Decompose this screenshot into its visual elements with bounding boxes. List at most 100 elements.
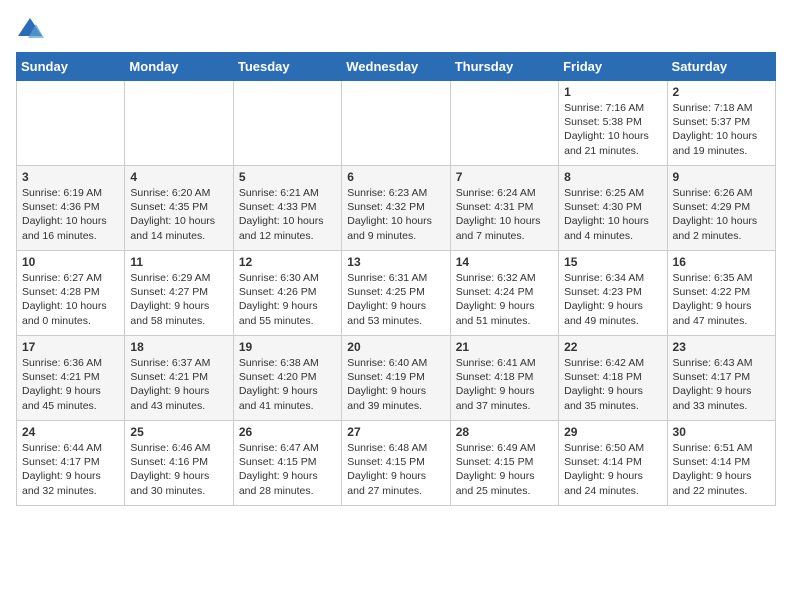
- day-info: Sunrise: 6:20 AM Sunset: 4:35 PM Dayligh…: [130, 186, 227, 243]
- calendar-cell: 1 Sunrise: 7:16 AM Sunset: 5:38 PM Daylig…: [559, 81, 667, 166]
- day-number: 30: [673, 425, 770, 439]
- day-info: Sunrise: 6:51 AM Sunset: 4:14 PM Dayligh…: [673, 441, 770, 498]
- day-number: 18: [130, 340, 227, 354]
- day-info: Sunrise: 6:23 AM Sunset: 4:32 PM Dayligh…: [347, 186, 444, 243]
- day-info: Sunrise: 6:36 AM Sunset: 4:21 PM Dayligh…: [22, 356, 119, 413]
- calendar-week-4: 17 Sunrise: 6:36 AM Sunset: 4:21 PM Dayli…: [17, 336, 776, 421]
- day-number: 10: [22, 255, 119, 269]
- calendar-cell: 27 Sunrise: 6:48 AM Sunset: 4:15 PM Dayli…: [342, 421, 450, 506]
- calendar-cell: 12 Sunrise: 6:30 AM Sunset: 4:26 PM Dayli…: [233, 251, 341, 336]
- day-number: 22: [564, 340, 661, 354]
- calendar-cell: [17, 81, 125, 166]
- day-number: 20: [347, 340, 444, 354]
- day-info: Sunrise: 7:16 AM Sunset: 5:38 PM Dayligh…: [564, 101, 661, 158]
- day-number: 2: [673, 85, 770, 99]
- day-info: Sunrise: 6:41 AM Sunset: 4:18 PM Dayligh…: [456, 356, 553, 413]
- calendar-week-3: 10 Sunrise: 6:27 AM Sunset: 4:28 PM Dayli…: [17, 251, 776, 336]
- day-number: 13: [347, 255, 444, 269]
- calendar-cell: 8 Sunrise: 6:25 AM Sunset: 4:30 PM Daylig…: [559, 166, 667, 251]
- day-info: Sunrise: 6:50 AM Sunset: 4:14 PM Dayligh…: [564, 441, 661, 498]
- day-info: Sunrise: 6:35 AM Sunset: 4:22 PM Dayligh…: [673, 271, 770, 328]
- calendar-cell: 16 Sunrise: 6:35 AM Sunset: 4:22 PM Dayli…: [667, 251, 775, 336]
- calendar-cell: 13 Sunrise: 6:31 AM Sunset: 4:25 PM Dayli…: [342, 251, 450, 336]
- day-info: Sunrise: 6:46 AM Sunset: 4:16 PM Dayligh…: [130, 441, 227, 498]
- calendar-cell: 9 Sunrise: 6:26 AM Sunset: 4:29 PM Daylig…: [667, 166, 775, 251]
- calendar-cell: [342, 81, 450, 166]
- day-info: Sunrise: 6:25 AM Sunset: 4:30 PM Dayligh…: [564, 186, 661, 243]
- day-number: 15: [564, 255, 661, 269]
- day-number: 14: [456, 255, 553, 269]
- calendar-cell: 7 Sunrise: 6:24 AM Sunset: 4:31 PM Daylig…: [450, 166, 558, 251]
- day-info: Sunrise: 6:26 AM Sunset: 4:29 PM Dayligh…: [673, 186, 770, 243]
- day-number: 24: [22, 425, 119, 439]
- calendar-cell: 28Sunrise: 6:49 AM Sunset: 4:15 PM Dayli…: [450, 421, 558, 506]
- day-info: Sunrise: 6:42 AM Sunset: 4:18 PM Dayligh…: [564, 356, 661, 413]
- calendar-week-5: 24 Sunrise: 6:44 AM Sunset: 4:17 PM Dayli…: [17, 421, 776, 506]
- day-info: Sunrise: 6:24 AM Sunset: 4:31 PM Dayligh…: [456, 186, 553, 243]
- calendar-cell: 17 Sunrise: 6:36 AM Sunset: 4:21 PM Dayli…: [17, 336, 125, 421]
- day-info: Sunrise: 6:27 AM Sunset: 4:28 PM Dayligh…: [22, 271, 119, 328]
- day-info: Sunrise: 6:29 AM Sunset: 4:27 PM Dayligh…: [130, 271, 227, 328]
- day-number: 27: [347, 425, 444, 439]
- day-number: 26: [239, 425, 336, 439]
- day-number: 8: [564, 170, 661, 184]
- day-info: Sunrise: 6:30 AM Sunset: 4:26 PM Dayligh…: [239, 271, 336, 328]
- day-number: 25: [130, 425, 227, 439]
- calendar-cell: [125, 81, 233, 166]
- logo-icon: [16, 16, 44, 44]
- calendar-cell: [233, 81, 341, 166]
- day-number: 6: [347, 170, 444, 184]
- calendar-cell: 29 Sunrise: 6:50 AM Sunset: 4:14 PM Dayli…: [559, 421, 667, 506]
- calendar-cell: 26 Sunrise: 6:47 AM Sunset: 4:15 PM Dayli…: [233, 421, 341, 506]
- calendar-cell: [450, 81, 558, 166]
- calendar-week-2: 3 Sunrise: 6:19 AM Sunset: 4:36 PM Daylig…: [17, 166, 776, 251]
- day-number: 4: [130, 170, 227, 184]
- calendar-cell: 20 Sunrise: 6:40 AM Sunset: 4:19 PM Dayli…: [342, 336, 450, 421]
- calendar-cell: 23Sunrise: 6:43 AM Sunset: 4:17 PM Dayli…: [667, 336, 775, 421]
- calendar-cell: 11 Sunrise: 6:29 AM Sunset: 4:27 PM Dayli…: [125, 251, 233, 336]
- day-info: Sunrise: 6:32 AM Sunset: 4:24 PM Dayligh…: [456, 271, 553, 328]
- calendar-cell: 2 Sunrise: 7:18 AM Sunset: 5:37 PM Daylig…: [667, 81, 775, 166]
- day-info: Sunrise: 6:19 AM Sunset: 4:36 PM Dayligh…: [22, 186, 119, 243]
- day-number: 28: [456, 425, 553, 439]
- day-info: Sunrise: 6:37 AM Sunset: 4:21 PM Dayligh…: [130, 356, 227, 413]
- day-number: 7: [456, 170, 553, 184]
- header-day-tuesday: Tuesday: [233, 53, 341, 81]
- header-day-saturday: Saturday: [667, 53, 775, 81]
- day-info: Sunrise: 6:21 AM Sunset: 4:33 PM Dayligh…: [239, 186, 336, 243]
- day-info: Sunrise: 6:44 AM Sunset: 4:17 PM Dayligh…: [22, 441, 119, 498]
- day-info: Sunrise: 6:38 AM Sunset: 4:20 PM Dayligh…: [239, 356, 336, 413]
- day-number: 12: [239, 255, 336, 269]
- calendar-cell: 6 Sunrise: 6:23 AM Sunset: 4:32 PM Daylig…: [342, 166, 450, 251]
- calendar-cell: 15Sunrise: 6:34 AM Sunset: 4:23 PM Dayli…: [559, 251, 667, 336]
- calendar-cell: 3 Sunrise: 6:19 AM Sunset: 4:36 PM Daylig…: [17, 166, 125, 251]
- calendar-cell: 14 Sunrise: 6:32 AM Sunset: 4:24 PM Dayli…: [450, 251, 558, 336]
- day-number: 19: [239, 340, 336, 354]
- day-info: Sunrise: 6:40 AM Sunset: 4:19 PM Dayligh…: [347, 356, 444, 413]
- header-day-thursday: Thursday: [450, 53, 558, 81]
- header-day-wednesday: Wednesday: [342, 53, 450, 81]
- calendar-cell: 10 Sunrise: 6:27 AM Sunset: 4:28 PM Dayli…: [17, 251, 125, 336]
- day-number: 11: [130, 255, 227, 269]
- day-info: Sunrise: 6:48 AM Sunset: 4:15 PM Dayligh…: [347, 441, 444, 498]
- day-number: 16: [673, 255, 770, 269]
- day-number: 23: [673, 340, 770, 354]
- day-number: 21: [456, 340, 553, 354]
- header-day-monday: Monday: [125, 53, 233, 81]
- calendar-cell: 18 Sunrise: 6:37 AM Sunset: 4:21 PM Dayli…: [125, 336, 233, 421]
- day-number: 9: [673, 170, 770, 184]
- day-number: 3: [22, 170, 119, 184]
- day-number: 1: [564, 85, 661, 99]
- day-number: 17: [22, 340, 119, 354]
- header-day-sunday: Sunday: [17, 53, 125, 81]
- calendar-cell: 24 Sunrise: 6:44 AM Sunset: 4:17 PM Dayli…: [17, 421, 125, 506]
- day-info: Sunrise: 6:47 AM Sunset: 4:15 PM Dayligh…: [239, 441, 336, 498]
- calendar-cell: 5 Sunrise: 6:21 AM Sunset: 4:33 PM Daylig…: [233, 166, 341, 251]
- day-info: Sunrise: 7:18 AM Sunset: 5:37 PM Dayligh…: [673, 101, 770, 158]
- day-number: 5: [239, 170, 336, 184]
- day-info: Sunrise: 6:31 AM Sunset: 4:25 PM Dayligh…: [347, 271, 444, 328]
- day-number: 29: [564, 425, 661, 439]
- calendar-cell: 22 Sunrise: 6:42 AM Sunset: 4:18 PM Dayli…: [559, 336, 667, 421]
- calendar-table: SundayMondayTuesdayWednesdayThursdayFrid…: [16, 52, 776, 506]
- header-day-friday: Friday: [559, 53, 667, 81]
